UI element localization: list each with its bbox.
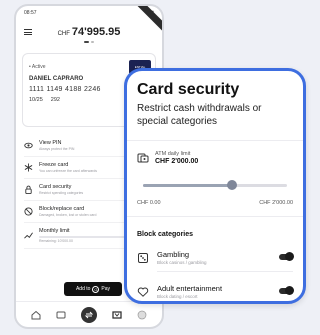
category-subtitle: Block dating / escort <box>157 293 198 299</box>
slider-max-label: CHF 2'000.00 <box>259 200 293 206</box>
card-expiry: 10/25 <box>29 97 43 103</box>
menu-item-title: View PIN <box>39 140 62 146</box>
panel-title: Card security <box>137 81 240 98</box>
ban-icon <box>24 207 33 216</box>
pay-button-brand: Pay <box>101 286 111 292</box>
category-title: Gambling <box>157 249 190 259</box>
category-gambling: Gambling Block casinos / gambling <box>137 246 294 268</box>
card-icon[interactable] <box>112 310 122 320</box>
card-cvv: 292 <box>50 97 60 103</box>
profile-icon[interactable] <box>137 310 147 320</box>
slider-fill <box>143 184 233 187</box>
gambling-toggle[interactable] <box>279 252 294 261</box>
pay-button-label: Add to <box>75 286 91 292</box>
divider <box>127 140 303 141</box>
limit-remaining: Remaining: 10'000.00 <box>39 239 73 243</box>
menu-item-subtitle: Always protect the PIN <box>39 147 75 151</box>
heart-icon <box>137 285 149 297</box>
menu-item-title: Freeze card <box>39 162 69 168</box>
hamburger-icon[interactable] <box>24 29 32 35</box>
add-to-gpay-button[interactable]: Add to G Pay <box>64 282 122 296</box>
slider-min-label: CHF 0.00 <box>137 200 161 206</box>
balance-currency: CHF <box>57 31 70 37</box>
menu-item-title: Card security <box>39 184 72 190</box>
divider <box>157 271 293 272</box>
atm-limit-value: CHF 2'000.00 <box>155 158 199 165</box>
menu-item-subtitle: Restrict spending categories <box>39 191 84 195</box>
slider-thumb[interactable] <box>227 180 238 190</box>
dice-icon <box>137 251 149 263</box>
snowflake-icon <box>24 163 33 172</box>
category-title: Adult entertainment <box>157 283 223 293</box>
atm-limit-label: ATM daily limit <box>155 151 191 157</box>
status-time: 08:57 <box>24 10 37 16</box>
menu-item-title: Block/replace card <box>39 206 85 212</box>
wallet-icon[interactable] <box>56 310 66 320</box>
category-subtitle: Block casinos / gambling <box>157 259 207 265</box>
panel-subtitle: Restrict cash withdrawals or special cat… <box>137 103 262 127</box>
account-balance: CHF 74'995.95 <box>32 26 146 38</box>
trend-icon <box>24 231 33 240</box>
block-categories-heading: Block categories <box>137 231 194 238</box>
menu-item-subtitle: You can unfreeze the card afterwards <box>39 169 98 173</box>
lock-icon <box>24 185 33 194</box>
balance-amount: 74'995.95 <box>71 26 121 38</box>
slider-range: CHF 0.00 CHF 2'000.00 <box>137 200 293 206</box>
cash-icon <box>137 151 149 163</box>
adult-entertainment-toggle[interactable] <box>279 286 294 295</box>
transfer-icon[interactable] <box>80 306 97 323</box>
bottom-navigation <box>16 301 162 327</box>
card-pager[interactable] <box>16 41 162 43</box>
eye-icon <box>24 141 33 150</box>
menu-item-subtitle: Damaged, broken, lost or stolen card <box>39 213 97 217</box>
category-adult-entertainment: Adult entertainment Block dating / escor… <box>137 280 294 301</box>
card-security-panel: Card security Restrict cash withdrawals … <box>124 68 306 304</box>
divider <box>127 216 303 217</box>
atm-limit-row: ATM daily limit CHF 2'000.00 <box>137 151 293 165</box>
google-g-icon: G <box>92 285 100 293</box>
atm-limit-slider[interactable] <box>143 179 287 191</box>
home-icon[interactable] <box>31 310 41 320</box>
app-header: CHF 74'995.95 <box>16 20 162 40</box>
